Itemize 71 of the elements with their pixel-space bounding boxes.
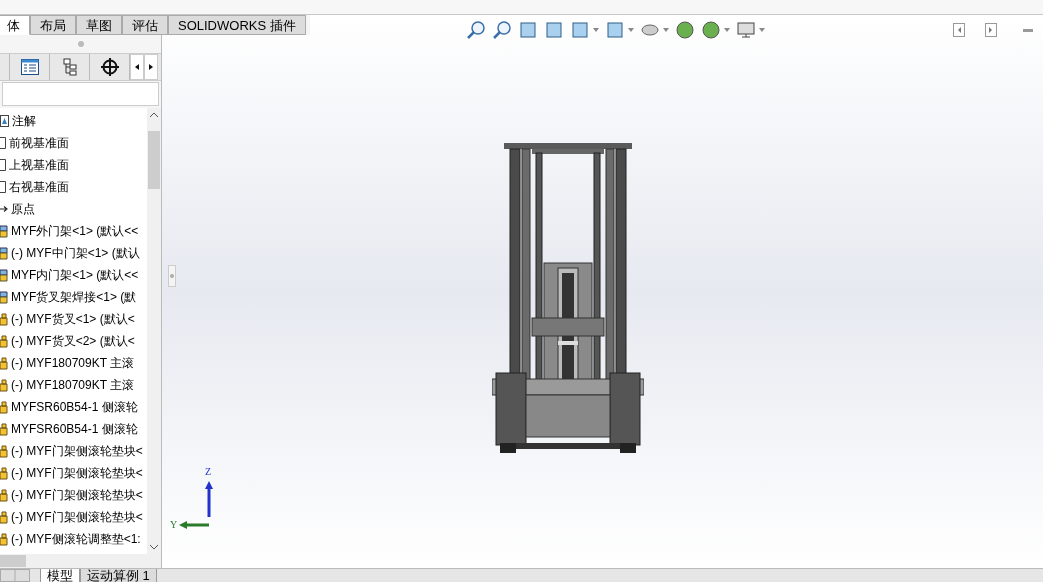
tree-item[interactable]: MYF货叉架焊接<1> (默 bbox=[11, 288, 137, 306]
panel-right-icon[interactable] bbox=[985, 23, 997, 37]
scrollbar-thumb[interactable] bbox=[148, 131, 160, 189]
y-axis-label: Y bbox=[170, 520, 178, 530]
plane-icon bbox=[0, 181, 6, 193]
tree-item[interactable]: 前视基准面 bbox=[9, 134, 69, 152]
part-cube-icon bbox=[0, 334, 8, 348]
scroll-right-icon[interactable] bbox=[144, 54, 158, 80]
tree-item[interactable]: (-) MYF门架侧滚轮垫块< bbox=[11, 442, 143, 460]
tree-item[interactable]: 上视基准面 bbox=[9, 156, 69, 174]
splitter-handle-icon[interactable] bbox=[77, 41, 84, 47]
command-tab[interactable]: SOLIDWORKS 插件 bbox=[168, 15, 306, 35]
z-axis-label: Z bbox=[205, 467, 212, 477]
view-settings-icon[interactable] bbox=[736, 20, 756, 40]
vertical-scrollbar[interactable] bbox=[147, 108, 161, 554]
dropdown-caret-icon[interactable] bbox=[593, 28, 599, 32]
dropdown-caret-icon[interactable] bbox=[628, 28, 634, 32]
panel-left-icon[interactable] bbox=[953, 23, 965, 37]
assembly-cube-icon bbox=[0, 246, 8, 260]
dropdown-caret-icon[interactable] bbox=[663, 28, 669, 32]
command-tab[interactable]: 布局 bbox=[30, 15, 76, 35]
scroll-down-icon[interactable] bbox=[150, 545, 158, 550]
part-cube-icon bbox=[0, 488, 8, 502]
part-cube-icon bbox=[0, 532, 8, 546]
part-cube-icon bbox=[0, 356, 8, 370]
bottom-tab[interactable]: 模型 bbox=[40, 569, 80, 582]
part-cube-icon bbox=[0, 422, 8, 436]
tree-item[interactable]: (-) MYF中门架<1> (默认 bbox=[11, 244, 140, 262]
part-cube-icon bbox=[0, 510, 8, 524]
tree-item[interactable]: (-) MYF门架侧滚轮垫块< bbox=[11, 486, 143, 504]
zoom-to-fit-icon[interactable] bbox=[466, 20, 486, 40]
part-cube-icon bbox=[0, 400, 8, 414]
part-cube-icon bbox=[0, 378, 8, 392]
origin-arrow-icon bbox=[0, 206, 8, 212]
dropdown-caret-icon[interactable] bbox=[759, 28, 765, 32]
part-cube-icon bbox=[0, 466, 8, 480]
z-axis-arrow bbox=[205, 481, 213, 517]
command-tab[interactable]: 评估 bbox=[122, 15, 168, 35]
scroll-left-icon[interactable] bbox=[130, 54, 144, 80]
assembly-cube-icon bbox=[0, 290, 8, 304]
tree-item[interactable]: (-) MYF180709KT 主滚 bbox=[11, 376, 135, 394]
tree-item[interactable]: MYF外门架<1> (默认<< bbox=[11, 222, 139, 240]
tree-item[interactable]: (-) MYF货叉<1> (默认< bbox=[11, 310, 135, 328]
assembly-cube-icon bbox=[0, 268, 8, 282]
y-axis-arrow bbox=[179, 521, 209, 529]
tree-item[interactable]: 注解 bbox=[12, 112, 36, 130]
command-tab[interactable]: 体 bbox=[0, 15, 30, 35]
tree-item[interactable]: 右视基准面 bbox=[9, 178, 69, 196]
horizontal-scrollbar[interactable] bbox=[0, 554, 161, 568]
assembly-cube-icon bbox=[0, 224, 8, 238]
tree-item[interactable]: MYFSR60B54-1 侧滚轮 bbox=[11, 398, 138, 416]
part-cube-icon bbox=[0, 444, 8, 458]
dropdown-caret-icon[interactable] bbox=[724, 28, 730, 32]
tree-item[interactable]: (-) MYF门架侧滚轮垫块< bbox=[11, 508, 143, 526]
command-tab[interactable]: 草图 bbox=[76, 15, 122, 35]
tree-item[interactable]: (-) MYF180709KT 主滚 bbox=[11, 354, 135, 372]
plane-icon bbox=[0, 137, 6, 149]
tree-item[interactable]: (-) MYF门架侧滚轮垫块< bbox=[11, 464, 143, 482]
scroll-up-icon[interactable] bbox=[150, 112, 158, 117]
tree-item[interactable]: (-) MYF货叉<2> (默认< bbox=[11, 332, 135, 350]
tree-item[interactable]: MYF内门架<1> (默认<< bbox=[11, 266, 139, 284]
plane-icon bbox=[0, 159, 6, 171]
tree-item[interactable]: (-) MYF侧滚轮调整垫<1: bbox=[11, 530, 141, 548]
minimize-icon[interactable] bbox=[1023, 28, 1033, 32]
zoom-area-icon[interactable] bbox=[492, 20, 512, 40]
bottom-tab[interactable]: 运动算例 1 bbox=[80, 569, 157, 582]
part-cube-icon bbox=[0, 312, 8, 326]
side-collapse-handle-icon[interactable] bbox=[168, 265, 176, 287]
tree-item[interactable]: 原点 bbox=[11, 200, 35, 218]
filter-input-field[interactable] bbox=[2, 82, 159, 106]
tree-item[interactable]: MYFSR60B54-1 侧滚轮 bbox=[11, 420, 138, 438]
